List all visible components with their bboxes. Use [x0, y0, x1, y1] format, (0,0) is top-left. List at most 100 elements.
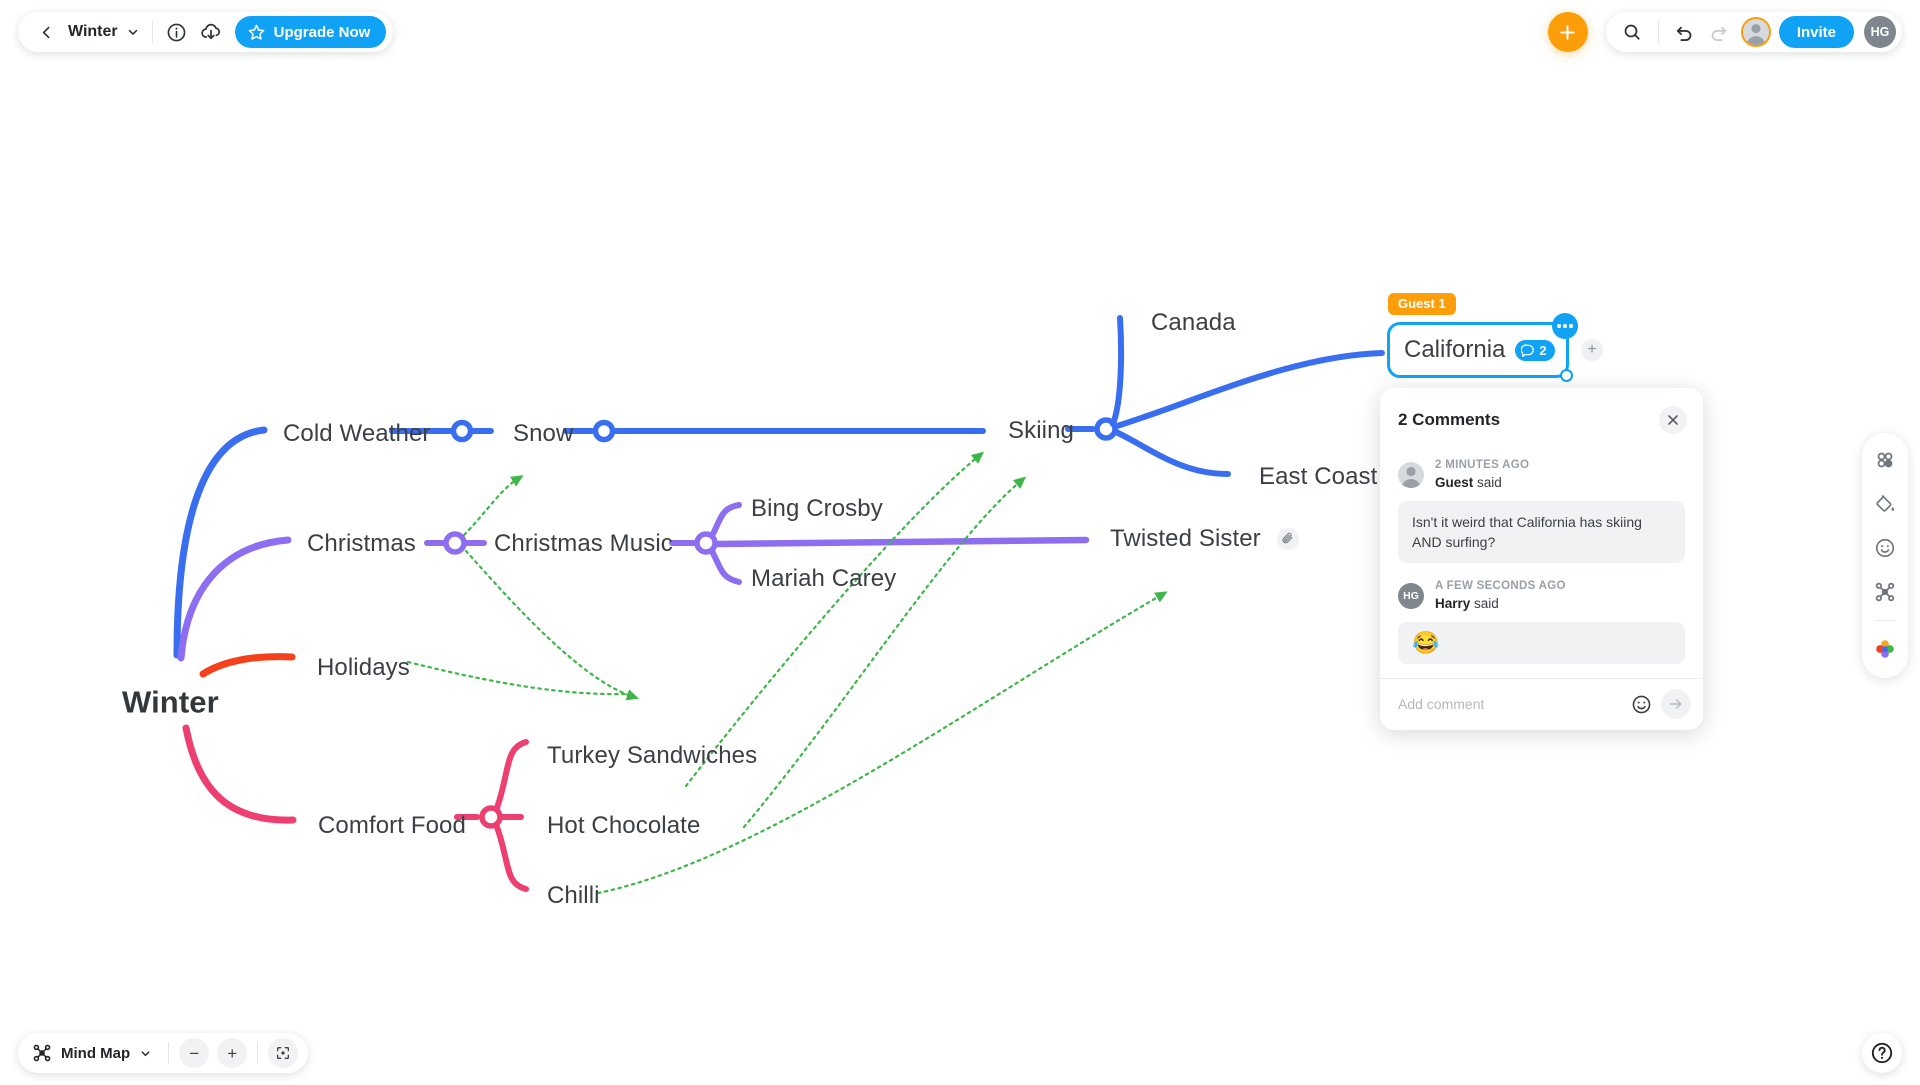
- info-button[interactable]: [161, 16, 193, 48]
- resize-handle[interactable]: [1560, 369, 1573, 382]
- zoom-in-button[interactable]: +: [217, 1038, 248, 1068]
- theme-button[interactable]: [1868, 487, 1902, 521]
- node-turkey-sandwiches[interactable]: Turkey Sandwiches: [547, 744, 757, 768]
- collaborator-badge: Guest 1: [1388, 293, 1456, 315]
- arrow-right-icon: [1669, 699, 1682, 710]
- node-holidays[interactable]: Holidays: [317, 656, 410, 680]
- node-bing-crosby[interactable]: Bing Crosby: [751, 497, 883, 521]
- emoji-button[interactable]: [1868, 531, 1902, 565]
- node-california[interactable]: California 2: [1387, 313, 1578, 382]
- comment-timestamp: 2 MINUTES AGO: [1435, 459, 1530, 471]
- comment-author: Harry: [1435, 595, 1471, 611]
- fit-to-screen-button[interactable]: [268, 1038, 299, 1068]
- comment-meta: 2 MINUTES AGO Guest said: [1398, 458, 1685, 492]
- right-side-toolbar: [1862, 433, 1908, 678]
- zoom-out-button[interactable]: −: [179, 1038, 210, 1068]
- help-button[interactable]: [1862, 1033, 1902, 1073]
- layout-dots-icon: [1877, 452, 1893, 468]
- view-mode-button[interactable]: Mind Map: [28, 1037, 158, 1069]
- back-button[interactable]: [30, 16, 62, 48]
- star-icon: [248, 24, 265, 40]
- node-chilli[interactable]: Chilli: [547, 884, 600, 908]
- redo-button[interactable]: [1703, 16, 1735, 48]
- avatar: HG: [1398, 583, 1424, 610]
- view-mode-label: Mind Map: [61, 1044, 131, 1062]
- comments-list: 2 MINUTES AGO Guest said Isn't it weird …: [1380, 444, 1703, 678]
- search-button[interactable]: [1616, 16, 1648, 48]
- node-label: Cold Weather: [283, 420, 431, 447]
- undo-icon: [1677, 26, 1692, 41]
- add-child-node-button[interactable]: +: [1581, 339, 1603, 361]
- color-flower-icon: [1876, 640, 1894, 658]
- comment-said-label: said: [1474, 595, 1499, 611]
- node-label: Winter: [122, 684, 219, 720]
- upgrade-now-button[interactable]: Upgrade Now: [234, 16, 387, 48]
- actions-toolbar: Invite HG: [1547, 12, 1902, 52]
- node-label: Snow: [513, 420, 574, 447]
- view-toolbar: Mind Map − +: [18, 1033, 309, 1073]
- emoji-picker-button[interactable]: [1627, 690, 1655, 718]
- comment-composer: [1380, 678, 1703, 730]
- divider: [1657, 21, 1659, 43]
- send-comment-button[interactable]: [1661, 689, 1691, 720]
- title-dropdown-button[interactable]: [122, 16, 144, 48]
- node-label: Comfort Food: [318, 812, 466, 839]
- branch-holidays: [199, 653, 296, 678]
- fit-to-screen-icon: [277, 1047, 290, 1059]
- smiley-icon: [1875, 538, 1895, 558]
- cloud-download-icon: [200, 23, 220, 40]
- node-twisted-sister[interactable]: Twisted Sister: [1110, 527, 1299, 551]
- node-label: California: [1404, 336, 1506, 363]
- comment-meta: HG A FEW SECONDS AGO Harry said: [1398, 579, 1685, 613]
- comment-item: 2 MINUTES AGO Guest said Isn't it weird …: [1398, 458, 1685, 564]
- undo-button[interactable]: [1669, 16, 1701, 48]
- layout-button[interactable]: [1868, 443, 1902, 477]
- branch-comfort-food: [182, 724, 529, 892]
- node-cold-weather[interactable]: Cold Weather: [283, 422, 431, 446]
- node-style-button[interactable]: [1868, 575, 1902, 609]
- smiley-icon: [1632, 695, 1650, 714]
- question-circle-icon: [1871, 1042, 1893, 1064]
- node-label: Canada: [1151, 309, 1236, 336]
- close-icon: [1668, 415, 1678, 425]
- divider: [1874, 620, 1896, 621]
- node-label: Hot Chocolate: [547, 812, 701, 839]
- node-christmas-music[interactable]: Christmas Music: [494, 532, 673, 556]
- node-mariah-carey[interactable]: Mariah Carey: [751, 567, 896, 591]
- node-snow[interactable]: Snow: [513, 422, 573, 446]
- comments-panel: 2 Comments 2 MINUTES AGO Guest said Isn'…: [1380, 388, 1703, 731]
- branch-christmas: [177, 502, 1090, 662]
- comment-item: HG A FEW SECONDS AGO Harry said 😂: [1398, 579, 1685, 665]
- add-comment-input[interactable]: [1398, 696, 1621, 713]
- node-label: Bing Crosby: [751, 495, 883, 522]
- node-comfort-food[interactable]: Comfort Food: [318, 814, 466, 838]
- close-comments-button[interactable]: [1659, 406, 1687, 434]
- node-christmas[interactable]: Christmas: [307, 532, 416, 556]
- divider: [151, 21, 153, 43]
- download-button[interactable]: [195, 16, 227, 48]
- node-label: Mariah Carey: [751, 565, 897, 592]
- invite-button[interactable]: Invite: [1778, 16, 1854, 48]
- node-label: Twisted Sister: [1110, 525, 1261, 552]
- paperclip-icon[interactable]: [1276, 527, 1299, 550]
- selected-node-group: Guest 1 California 2 +: [1387, 293, 1603, 382]
- node-east-coast[interactable]: East Coast: [1259, 465, 1377, 489]
- document-title[interactable]: Winter: [62, 23, 122, 41]
- user-avatar[interactable]: HG: [1864, 16, 1896, 48]
- upgrade-label: Upgrade Now: [273, 23, 371, 41]
- node-winter[interactable]: Winter: [122, 687, 219, 718]
- comment-timestamp: A FEW SECONDS AGO: [1435, 580, 1566, 593]
- node-menu-button[interactable]: [1552, 313, 1578, 339]
- color-palette-button[interactable]: [1868, 632, 1902, 666]
- guest-avatar[interactable]: [1740, 17, 1771, 47]
- comment-count-badge[interactable]: 2: [1515, 339, 1555, 361]
- branch-cold-weather: [173, 315, 1385, 659]
- node-label: Chilli: [547, 882, 600, 909]
- node-hot-chocolate[interactable]: Hot Chocolate: [547, 814, 700, 838]
- comment-text: Isn't it weird that California has skiin…: [1398, 500, 1685, 564]
- node-skiing[interactable]: Skiing: [1008, 419, 1074, 443]
- node-canada[interactable]: Canada: [1151, 311, 1236, 335]
- comment-count-label: 2: [1539, 342, 1547, 358]
- add-button[interactable]: [1547, 12, 1588, 52]
- right-toolbar-pill: Invite HG: [1605, 12, 1902, 52]
